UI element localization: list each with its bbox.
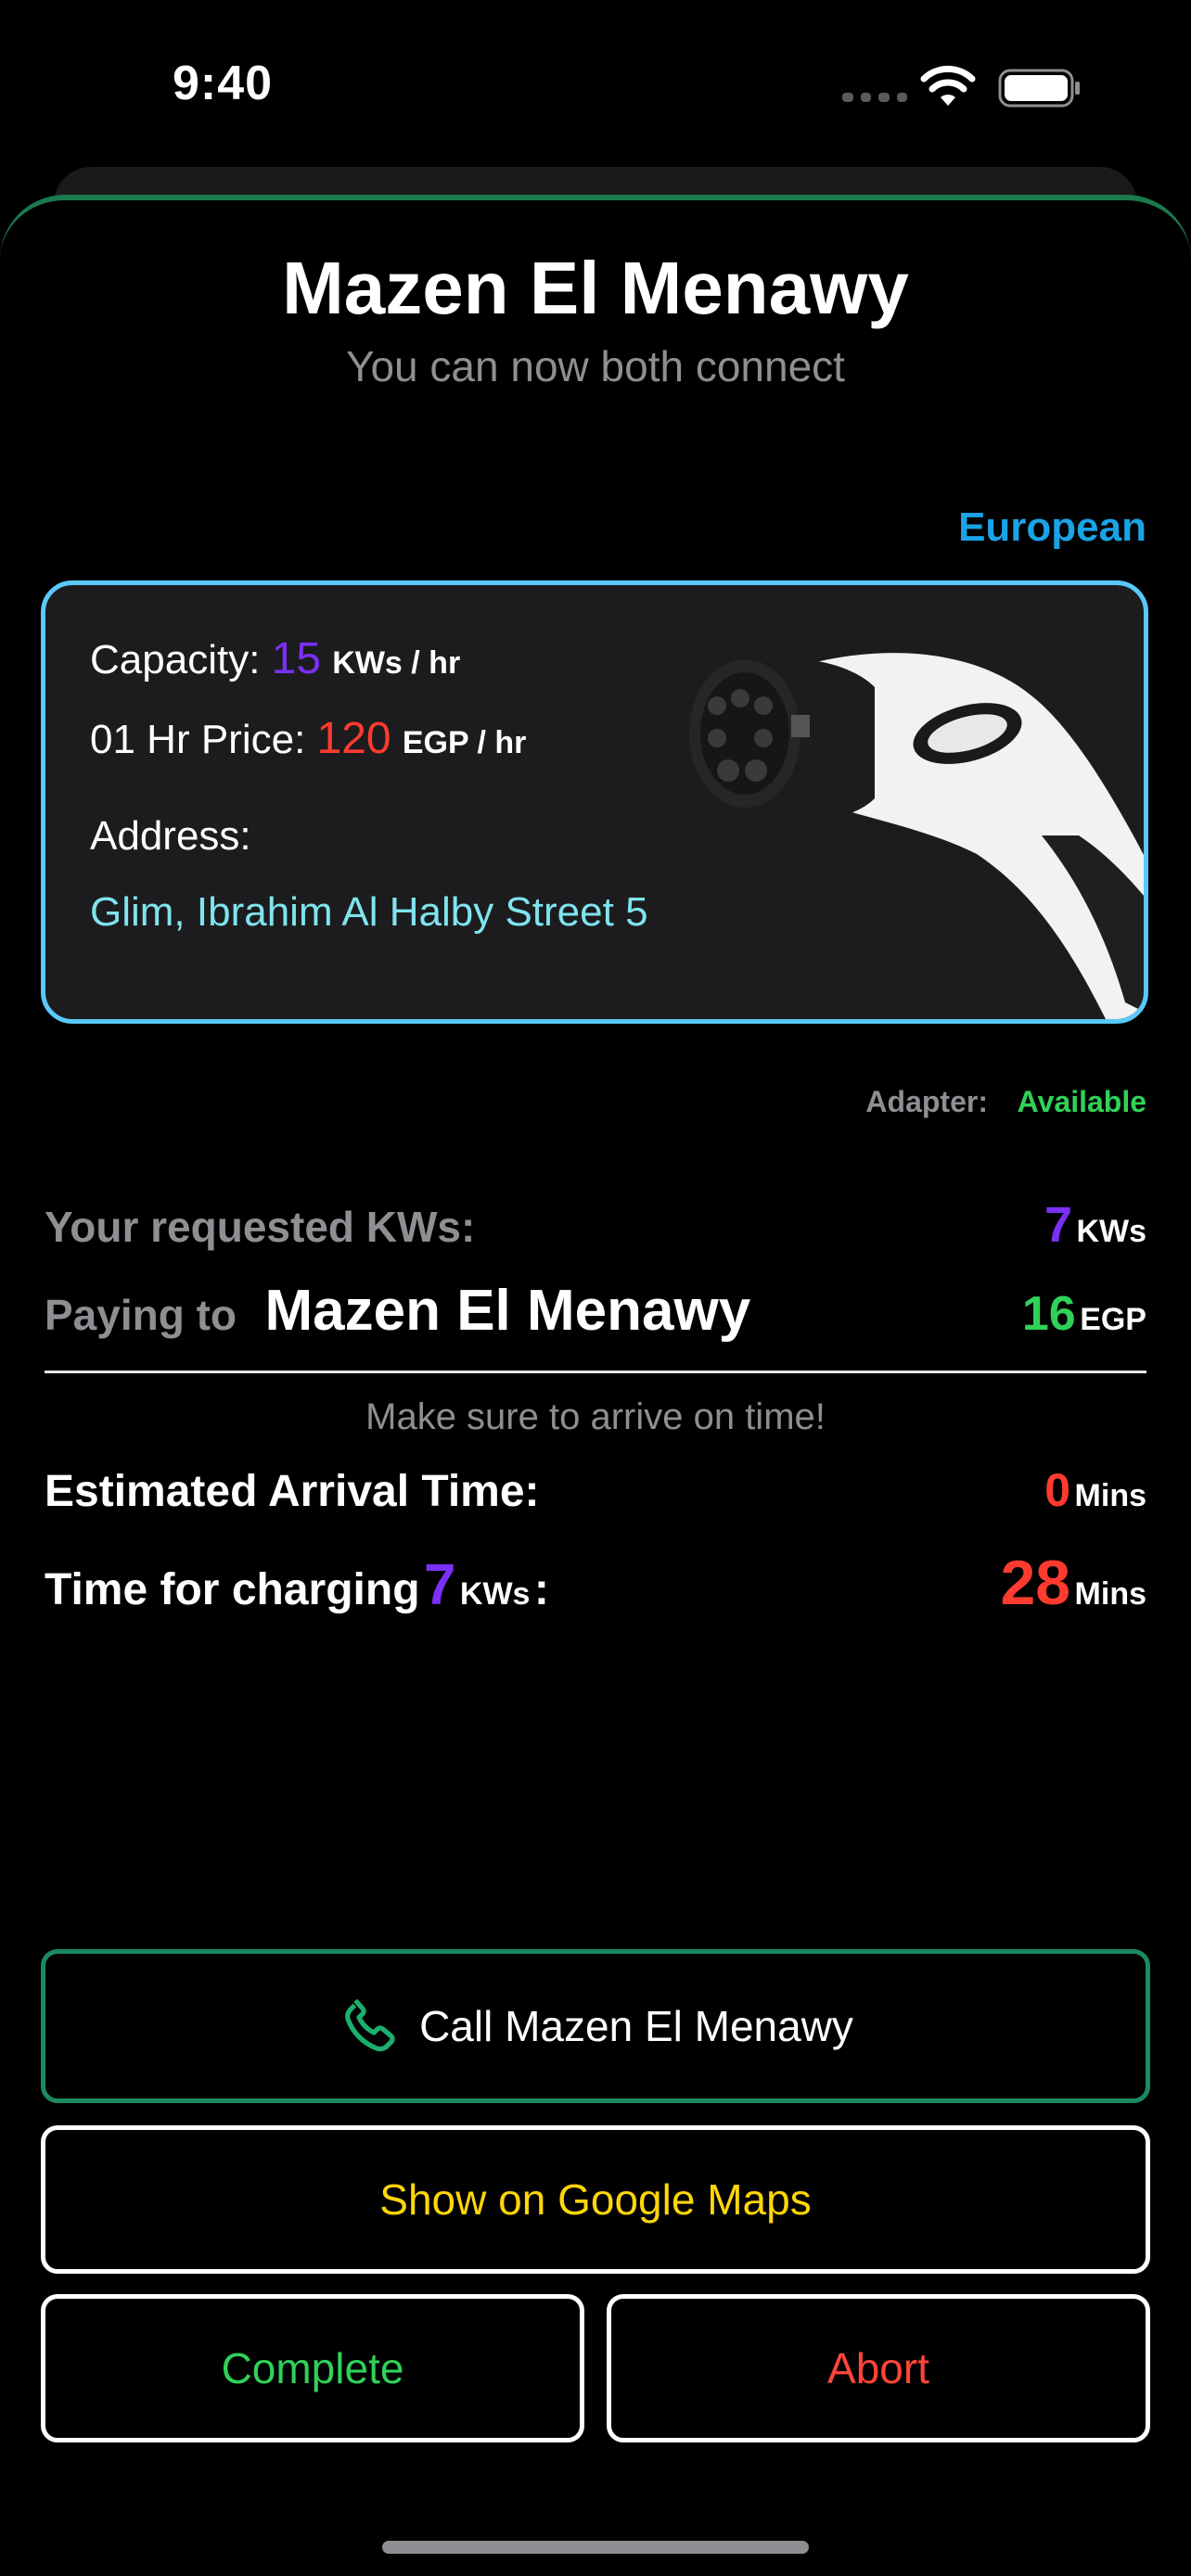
abort-button-label: Abort	[827, 2344, 929, 2392]
complete-button-label: Complete	[221, 2344, 404, 2392]
eta-unit: Mins	[1074, 1478, 1146, 1513]
google-maps-button-label: Show on Google Maps	[379, 2175, 812, 2224]
connector-type-label: European	[958, 504, 1146, 550]
divider	[45, 1371, 1146, 1373]
home-indicator[interactable]	[382, 2541, 809, 2554]
requested-kws-unit: KWs	[1076, 1214, 1146, 1249]
wifi-icon	[920, 65, 976, 106]
requested-kws-row: Your requested KWs: 7 KWs	[45, 1196, 1146, 1254]
capacity-row: Capacity: 15 KWs / hr	[90, 633, 460, 684]
paying-row: Paying to Mazen El Menawy 16 EGP	[45, 1278, 1146, 1344]
adapter-status: Adapter: Available	[865, 1085, 1146, 1119]
charging-time-unit: Mins	[1074, 1576, 1146, 1612]
call-button-label: Call Mazen El Menawy	[419, 2002, 853, 2050]
call-button[interactable]: Call Mazen El Menawy	[41, 1949, 1150, 2103]
abort-button[interactable]: Abort	[607, 2294, 1150, 2442]
capacity-unit: KWs / hr	[332, 645, 461, 681]
paying-name: Mazen El Menawy	[264, 1279, 751, 1343]
paying-amount: 16	[1021, 1287, 1076, 1341]
price-row: 01 Hr Price: 120 EGP / hr	[90, 713, 526, 764]
charging-time-row: Time for charging 7 KWs : 28 Mins	[45, 1547, 1146, 1619]
charging-kws-unit: KWs	[459, 1576, 531, 1612]
capacity-value: 15	[271, 634, 322, 683]
address-value: Glim, Ibrahim Al Halby Street 5	[90, 889, 648, 935]
phone-icon	[345, 1998, 395, 2052]
google-maps-button[interactable]: Show on Google Maps	[41, 2125, 1150, 2274]
complete-button[interactable]: Complete	[41, 2294, 584, 2442]
status-time: 9:40	[173, 57, 274, 110]
eta-label: Estimated Arrival Time:	[45, 1467, 540, 1516]
adapter-label: Adapter:	[865, 1085, 988, 1118]
eta-row: Estimated Arrival Time: 0 Mins	[45, 1463, 1146, 1517]
price-value: 120	[316, 714, 391, 763]
requested-kws-label: Your requested KWs:	[45, 1203, 476, 1251]
adapter-value: Available	[1017, 1085, 1146, 1118]
battery-icon	[998, 69, 1080, 108]
charger-info-card: Capacity: 15 KWs / hr 01 Hr Price: 120 E…	[41, 580, 1148, 1024]
charging-time-label: Time for charging	[45, 1565, 420, 1614]
ev-connector-image	[689, 653, 1144, 1019]
page-subtitle: You can now both connect	[346, 342, 845, 390]
capacity-label: Capacity:	[90, 637, 261, 682]
charging-colon: :	[533, 1565, 549, 1614]
cellular-signal-icon	[842, 93, 907, 104]
charging-kws-value: 7	[423, 1553, 456, 1617]
page-title: Mazen El Menawy	[282, 247, 909, 329]
arrival-note: Make sure to arrive on time!	[365, 1396, 826, 1437]
screen: 9:40 Mazen El Menawy You can now both co…	[0, 0, 1191, 2576]
price-unit: EGP / hr	[402, 725, 527, 760]
price-label: 01 Hr Price:	[90, 717, 306, 762]
paying-label: Paying to	[45, 1291, 237, 1339]
paying-currency: EGP	[1080, 1302, 1146, 1337]
charging-time-value: 28	[1000, 1548, 1071, 1618]
address-label: Address:	[90, 813, 251, 859]
eta-value: 0	[1044, 1464, 1071, 1516]
requested-kws-value: 7	[1044, 1197, 1072, 1253]
